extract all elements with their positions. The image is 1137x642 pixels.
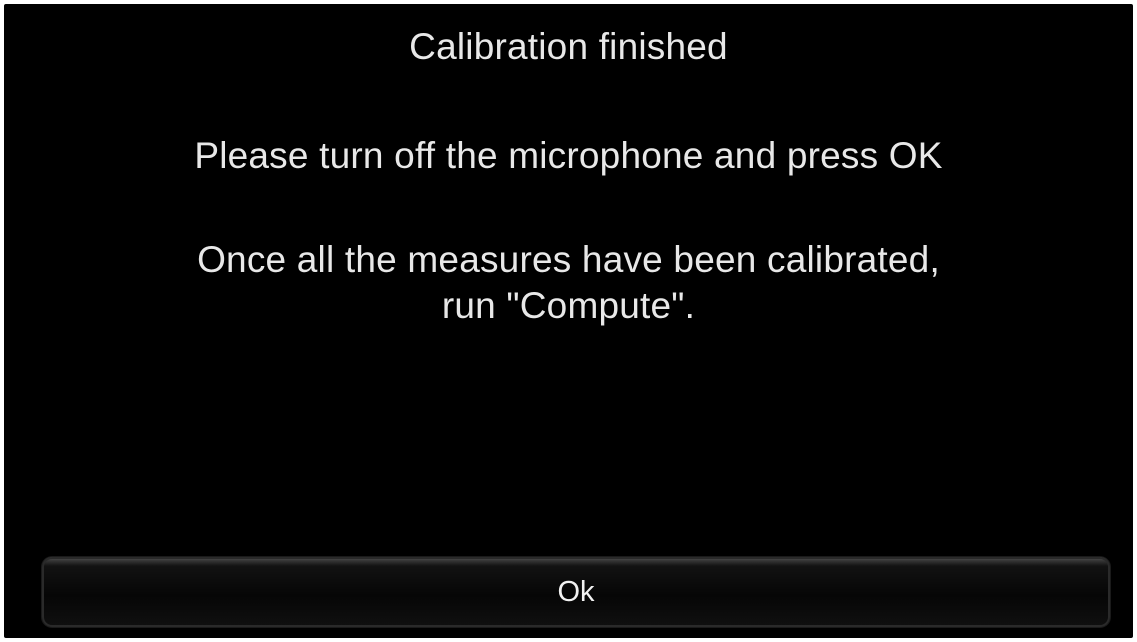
dialog-title: Calibration finished	[409, 26, 728, 67]
note-text-line2: run "Compute".	[441, 285, 696, 326]
instruction-text: Please turn off the microphone and press…	[194, 135, 943, 176]
note-text-line1: Once all the measures have been calibrat…	[197, 239, 940, 280]
ok-button-label: Ok	[557, 575, 595, 608]
calibration-dialog: Calibration finished Please turn off the…	[4, 4, 1133, 638]
ok-button[interactable]: Ok	[42, 557, 1110, 627]
